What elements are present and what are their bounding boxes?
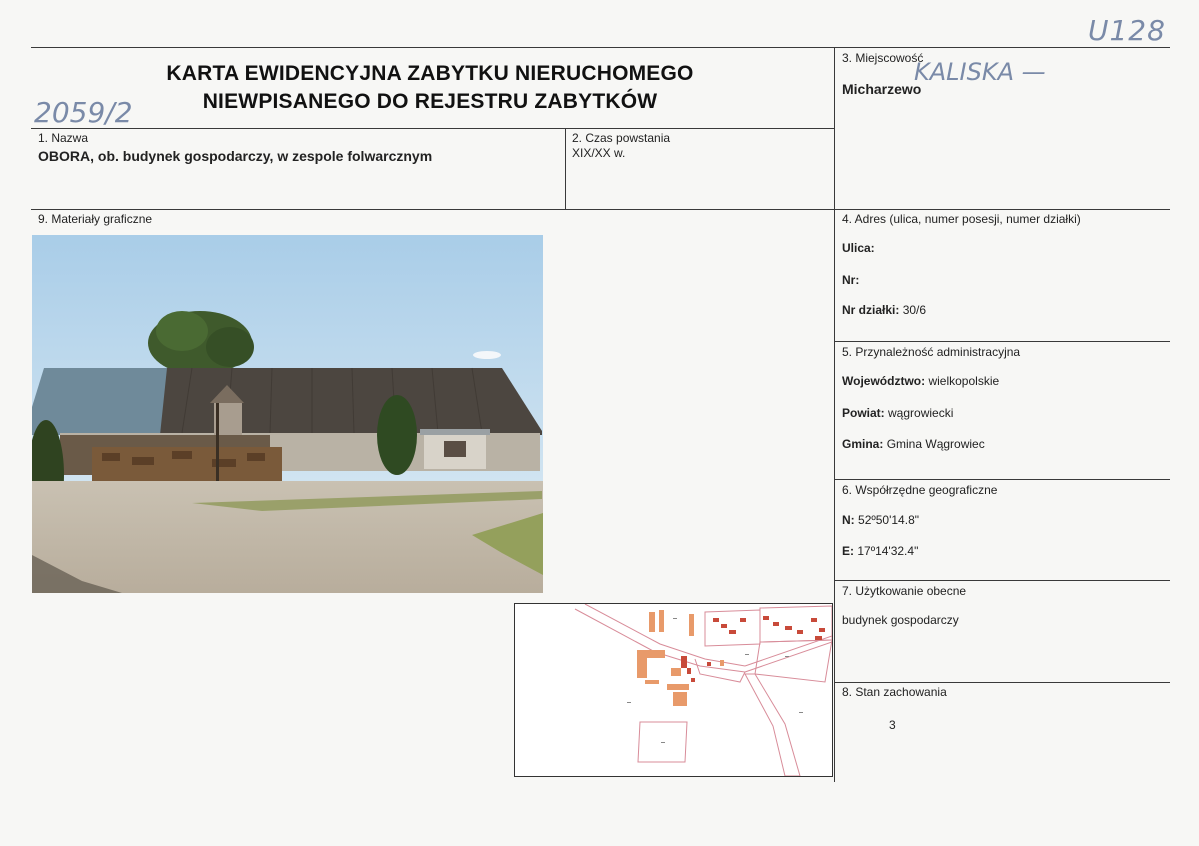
gmina-value: Gmina Wągrowiec: [886, 437, 985, 451]
handwritten-catalog-number: U128: [1088, 14, 1166, 47]
rule-main-vertical: [834, 47, 835, 782]
rule-right-4: [834, 341, 1170, 342]
stan-label: 8. Stan zachowania: [842, 685, 947, 699]
powiat-key: Powiat:: [842, 406, 885, 420]
rule-nazwa-czas-divider: [565, 128, 566, 209]
title-line-2: NIEWPISANEGO DO REJESTRU ZABYTKÓW: [202, 90, 658, 113]
nazwa-label: 1. Nazwa: [38, 131, 89, 145]
site-plan-map: [514, 603, 833, 777]
uzytkowanie-value: budynek gospodarczy: [842, 613, 959, 627]
latitude-key: N:: [842, 513, 855, 527]
page-title: KARTA EWIDENCYJNA ZABYTKU NIERUCHOMEGO N…: [60, 60, 800, 116]
adres-label: 4. Adres (ulica, numer posesji, numer dz…: [842, 212, 1081, 226]
title-line-1: KARTA EWIDENCYJNA ZABYTKU NIERUCHOMEGO: [166, 62, 694, 85]
longitude-value: 17º14'32.4": [857, 544, 919, 558]
rule-right-5: [834, 479, 1170, 480]
wojewodztwo-key: Województwo:: [842, 374, 926, 388]
longitude-key: E:: [842, 544, 854, 558]
longitude-row: E: 17º14'32.4": [842, 544, 918, 558]
powiat-value: wągrowiecki: [888, 406, 954, 420]
wojewodztwo-value: wielkopolskie: [928, 374, 1000, 388]
dzialka-key: Nr działki:: [842, 303, 900, 317]
powiat-row: Powiat: wągrowiecki: [842, 406, 953, 420]
nazwa-value: OBORA, ob. budynek gospodarczy, w zespol…: [38, 148, 433, 164]
handwritten-place-note: KALISKA —: [914, 58, 1046, 86]
latitude-row: N: 52º50'14.8": [842, 513, 919, 527]
ulica-row: Ulica:: [842, 241, 875, 255]
czas-value: XIX/XX w.: [572, 146, 626, 160]
wspolrzedne-label: 6. Współrzędne geograficzne: [842, 483, 998, 497]
miejscowosc-value: Micharzewo: [842, 81, 922, 97]
rule-top: [31, 47, 1170, 48]
rule-section-1-bottom: [31, 209, 1170, 210]
rule-title-bottom: [31, 128, 834, 129]
barn-photo: [32, 235, 543, 593]
miejscowosc-label: 3. Miejscowość: [842, 51, 924, 65]
nr-key: Nr:: [842, 273, 860, 287]
ulica-key: Ulica:: [842, 241, 875, 255]
nr-row: Nr:: [842, 273, 859, 287]
administracja-label: 5. Przynależność administracyjna: [842, 345, 1021, 359]
materialy-label: 9. Materiały graficzne: [38, 212, 153, 226]
stan-value: 3: [889, 718, 896, 732]
gmina-key: Gmina:: [842, 437, 884, 451]
latitude-value: 52º50'14.8": [858, 513, 919, 527]
rule-right-6: [834, 580, 1170, 581]
uzytkowanie-label: 7. Użytkowanie obecne: [842, 584, 967, 598]
dzialka-value: 30/6: [902, 303, 927, 317]
gmina-row: Gmina: Gmina Wągrowiec: [842, 437, 985, 451]
wojewodztwo-row: Województwo: wielkopolskie: [842, 374, 999, 388]
czas-label: 2. Czas powstania: [572, 131, 671, 145]
rule-right-7: [834, 682, 1170, 683]
dzialka-row: Nr działki: 30/6: [842, 303, 926, 317]
